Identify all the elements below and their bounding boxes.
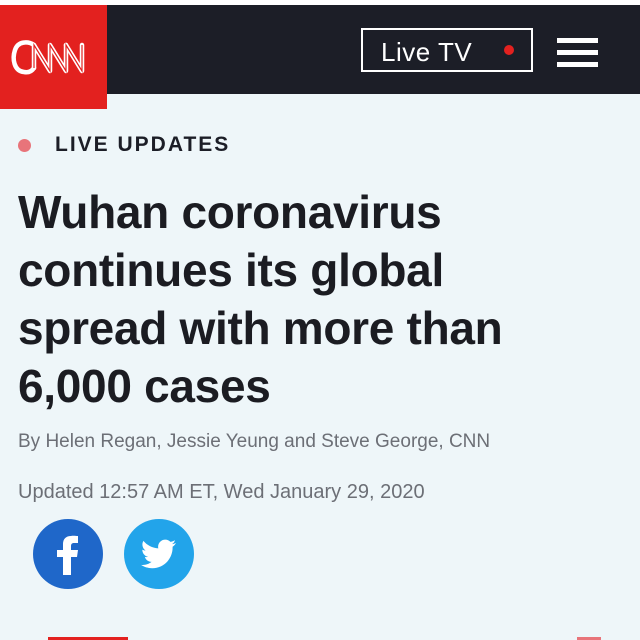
cnn-logo[interactable]	[0, 5, 107, 109]
hamburger-menu-icon[interactable]	[557, 38, 598, 67]
live-tv-label: Live TV	[381, 37, 473, 67]
mobile-screen: Live TV LIVE UPDATES Wuhan coronavirus c…	[0, 5, 640, 640]
menu-bar	[557, 38, 598, 43]
menu-bar	[557, 62, 598, 67]
page-frame: Live TV LIVE UPDATES Wuhan coronavirus c…	[0, 0, 640, 640]
site-header: Live TV	[0, 5, 640, 109]
live-indicator-icon	[504, 45, 514, 55]
menu-bar	[557, 50, 598, 55]
headline-line: continues its global	[18, 244, 444, 296]
twitter-share-button[interactable]	[124, 519, 194, 589]
twitter-icon	[141, 539, 176, 569]
article-headline: Wuhan coronavirus continues its global s…	[18, 183, 618, 415]
headline-line: spread with more than	[18, 302, 503, 354]
article-byline: By Helen Regan, Jessie Yeung and Steve G…	[18, 431, 491, 452]
cnn-logo-mark	[11, 40, 85, 75]
live-tv-button[interactable]: Live TV	[361, 28, 533, 72]
section-label: LIVE UPDATES	[55, 133, 231, 156]
headline-line: Wuhan coronavirus	[18, 186, 442, 238]
article-timestamp: Updated 12:57 AM ET, Wed January 29, 202…	[18, 481, 425, 503]
headline-line: 6,000 cases	[18, 360, 271, 412]
facebook-share-button[interactable]	[33, 519, 103, 589]
live-dot-icon	[18, 139, 31, 152]
facebook-icon	[57, 535, 78, 575]
